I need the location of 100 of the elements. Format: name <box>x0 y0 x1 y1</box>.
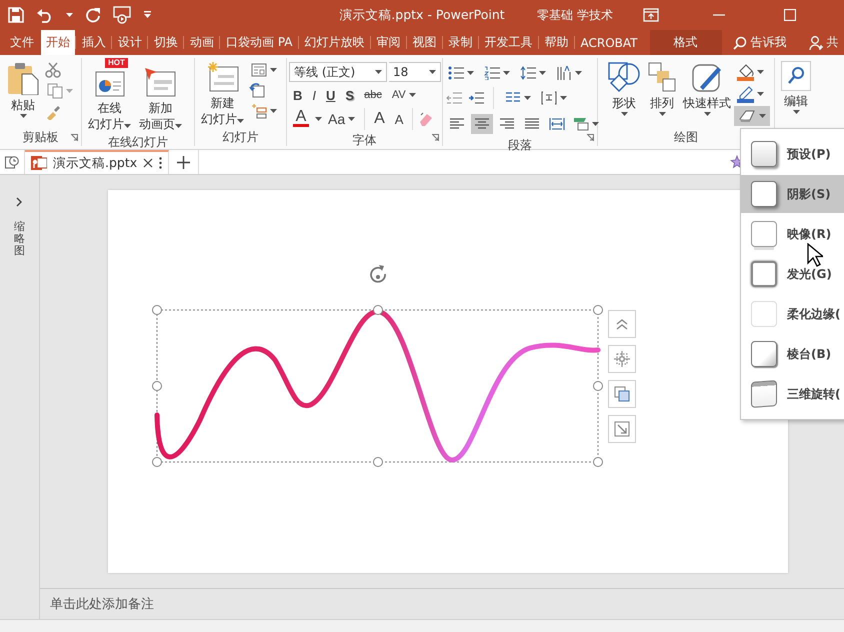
caret-icon[interactable] <box>575 71 582 75</box>
font-style-button[interactable]: S <box>341 85 358 105</box>
more-icon[interactable] <box>159 157 162 169</box>
decrease-indent-icon[interactable] <box>446 91 462 105</box>
thumbnail-pane-label[interactable]: 缩略图 <box>14 221 25 258</box>
caret-icon[interactable] <box>408 93 416 97</box>
resize-handle[interactable] <box>152 381 162 391</box>
caret-icon[interactable] <box>20 114 26 118</box>
caret-icon[interactable] <box>175 124 182 128</box>
copy-icon[interactable] <box>47 83 63 99</box>
document-tab[interactable]: 演示文稿.pptx <box>25 150 170 174</box>
change-case-button[interactable]: Aa <box>324 109 360 129</box>
caret-icon[interactable] <box>66 13 73 17</box>
tell-me-link[interactable]: 告诉我 <box>750 34 786 51</box>
ribbon-tab[interactable]: 设计 <box>113 30 147 55</box>
resize-handle[interactable] <box>373 457 383 467</box>
caret-icon[interactable] <box>375 70 382 74</box>
copy-button[interactable] <box>45 82 75 100</box>
bullets-icon[interactable] <box>448 66 464 80</box>
font-style-button[interactable]: abc <box>360 85 386 105</box>
layout-icon[interactable] <box>251 63 267 77</box>
slide-arrow-icon[interactable] <box>144 66 178 98</box>
ribbon-tab[interactable]: 开始 <box>41 30 75 55</box>
rotate-handle-icon[interactable] <box>370 265 386 283</box>
resize-handle[interactable] <box>152 305 162 315</box>
save-icon[interactable] <box>8 7 24 23</box>
ribbon-tab[interactable]: 开发工具 <box>480 30 538 55</box>
effects-icon[interactable] <box>738 109 756 123</box>
share-button[interactable]: 共 <box>826 34 838 51</box>
ribbon-tab[interactable]: 帮助 <box>540 30 574 55</box>
ribbon-button[interactable]: 排列 <box>644 60 680 119</box>
section-button[interactable] <box>249 102 279 120</box>
caret-icon[interactable] <box>757 70 764 74</box>
format-painter-icon[interactable] <box>45 104 61 120</box>
caret-icon[interactable] <box>704 112 710 116</box>
font-color-button[interactable]: A <box>289 109 313 129</box>
ribbon-tab[interactable]: 动画 <box>185 30 219 55</box>
resize-handle[interactable] <box>593 457 603 467</box>
search-icon[interactable] <box>732 36 746 50</box>
caret-icon[interactable] <box>524 96 531 100</box>
caret-icon[interactable] <box>757 92 764 96</box>
ribbon-button[interactable]: HOT 在线 幻灯片 <box>85 58 134 133</box>
presentation-file-icon[interactable] <box>31 155 47 171</box>
ribbon-button[interactable]: 快速样式 <box>680 60 734 119</box>
new-slide-icon[interactable] <box>206 61 240 93</box>
dialog-launcher-icon[interactable] <box>432 134 439 141</box>
resize-handle[interactable] <box>593 381 603 391</box>
ribbon-tab[interactable]: 审阅 <box>372 30 406 55</box>
caret-icon[interactable] <box>560 96 567 100</box>
maximize-icon[interactable] <box>784 9 796 21</box>
dialog-launcher-icon[interactable] <box>71 134 78 141</box>
increase-indent-icon[interactable] <box>468 91 484 105</box>
caret-icon[interactable] <box>759 114 766 118</box>
ribbon-tab[interactable]: 切换 <box>149 30 183 55</box>
ribbon-display-icon[interactable] <box>643 8 659 22</box>
ribbon-tab[interactable]: 录制 <box>444 30 478 55</box>
close-icon[interactable] <box>143 158 154 168</box>
style-options-button[interactable] <box>608 380 636 408</box>
grow-font-button[interactable]: A <box>370 109 389 129</box>
shapes-icon[interactable] <box>607 61 641 93</box>
shape-effects-button[interactable] <box>734 106 770 126</box>
caret-icon[interactable] <box>270 68 277 72</box>
menu-item[interactable]: 柔化边缘( <box>741 295 844 333</box>
menu-item[interactable]: 发光(G) <box>741 255 844 293</box>
bullets-button[interactable] <box>446 65 476 81</box>
history-icon[interactable] <box>5 155 19 169</box>
menu-item[interactable]: 棱台(B) <box>741 335 844 373</box>
shrink-font-button[interactable]: A <box>390 109 408 129</box>
ribbon-tab[interactable]: 幻灯片放映 <box>300 30 370 55</box>
line-spacing-button[interactable] <box>518 65 548 81</box>
customize-icon[interactable] <box>143 11 152 19</box>
resize-handle[interactable] <box>152 457 162 467</box>
line-spacing-icon[interactable] <box>520 66 536 80</box>
align-text-icon[interactable] <box>541 91 557 105</box>
menu-item[interactable]: 三维旋转( <box>741 375 844 413</box>
font-style-button[interactable]: I <box>308 85 320 105</box>
new-slide-button[interactable]: 新建 幻灯片 <box>198 60 247 128</box>
smartart-button[interactable] <box>571 116 601 132</box>
person-icon[interactable] <box>808 36 822 50</box>
caret-icon[interactable] <box>124 124 131 128</box>
caret-icon[interactable] <box>348 117 356 121</box>
resize-handle[interactable] <box>373 305 383 315</box>
font-name-field[interactable]: 等线 (正文) <box>289 62 387 82</box>
caret-icon[interactable] <box>658 112 666 116</box>
caret-icon[interactable] <box>467 71 474 75</box>
cut-icon[interactable] <box>45 62 61 78</box>
user-name[interactable]: 零基础 学技术 <box>537 6 613 24</box>
crop-options-button[interactable] <box>608 415 636 443</box>
numbering-icon[interactable] <box>484 66 500 80</box>
caret-icon[interactable] <box>592 122 599 126</box>
caret-icon[interactable] <box>503 71 510 75</box>
notes-placeholder[interactable]: 单击此处添加备注 <box>50 595 154 613</box>
caret-icon[interactable] <box>270 109 277 113</box>
fill-icon[interactable] <box>736 63 754 81</box>
font-style-button[interactable]: AV <box>388 85 420 105</box>
menu-item[interactable]: 预设(P) <box>741 135 844 173</box>
font-style-button[interactable]: U <box>322 85 340 105</box>
ribbon-tab[interactable]: 插入 <box>77 30 111 55</box>
caret-icon[interactable] <box>315 117 322 121</box>
wrap-options-button[interactable] <box>608 345 636 373</box>
